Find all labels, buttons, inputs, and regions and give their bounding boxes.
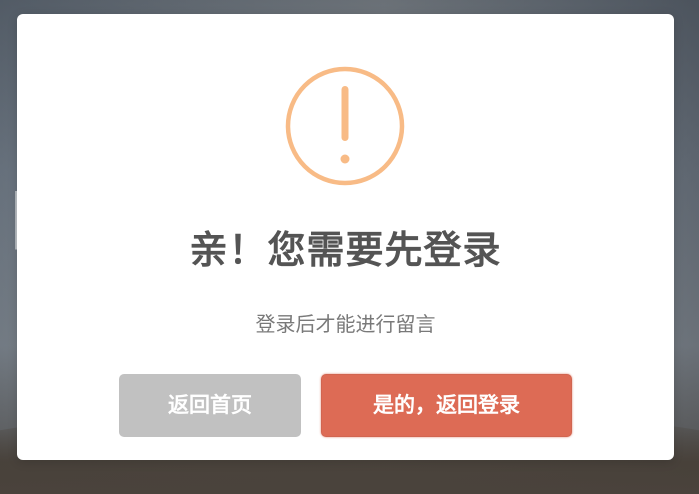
dialog-message: 登录后才能进行留言 <box>255 312 436 336</box>
back-to-login-button[interactable]: 是的，返回登录 <box>321 374 572 437</box>
login-required-dialog: 亲！您需要先登录 登录后才能进行留言 返回首页 是的，返回登录 <box>17 14 674 460</box>
back-to-home-button[interactable]: 返回首页 <box>119 374 301 437</box>
background-calligraphy-right: 〡 <box>672 176 699 244</box>
dialog-title: 亲！您需要先登录 <box>189 228 502 272</box>
warning-icon <box>285 66 405 186</box>
